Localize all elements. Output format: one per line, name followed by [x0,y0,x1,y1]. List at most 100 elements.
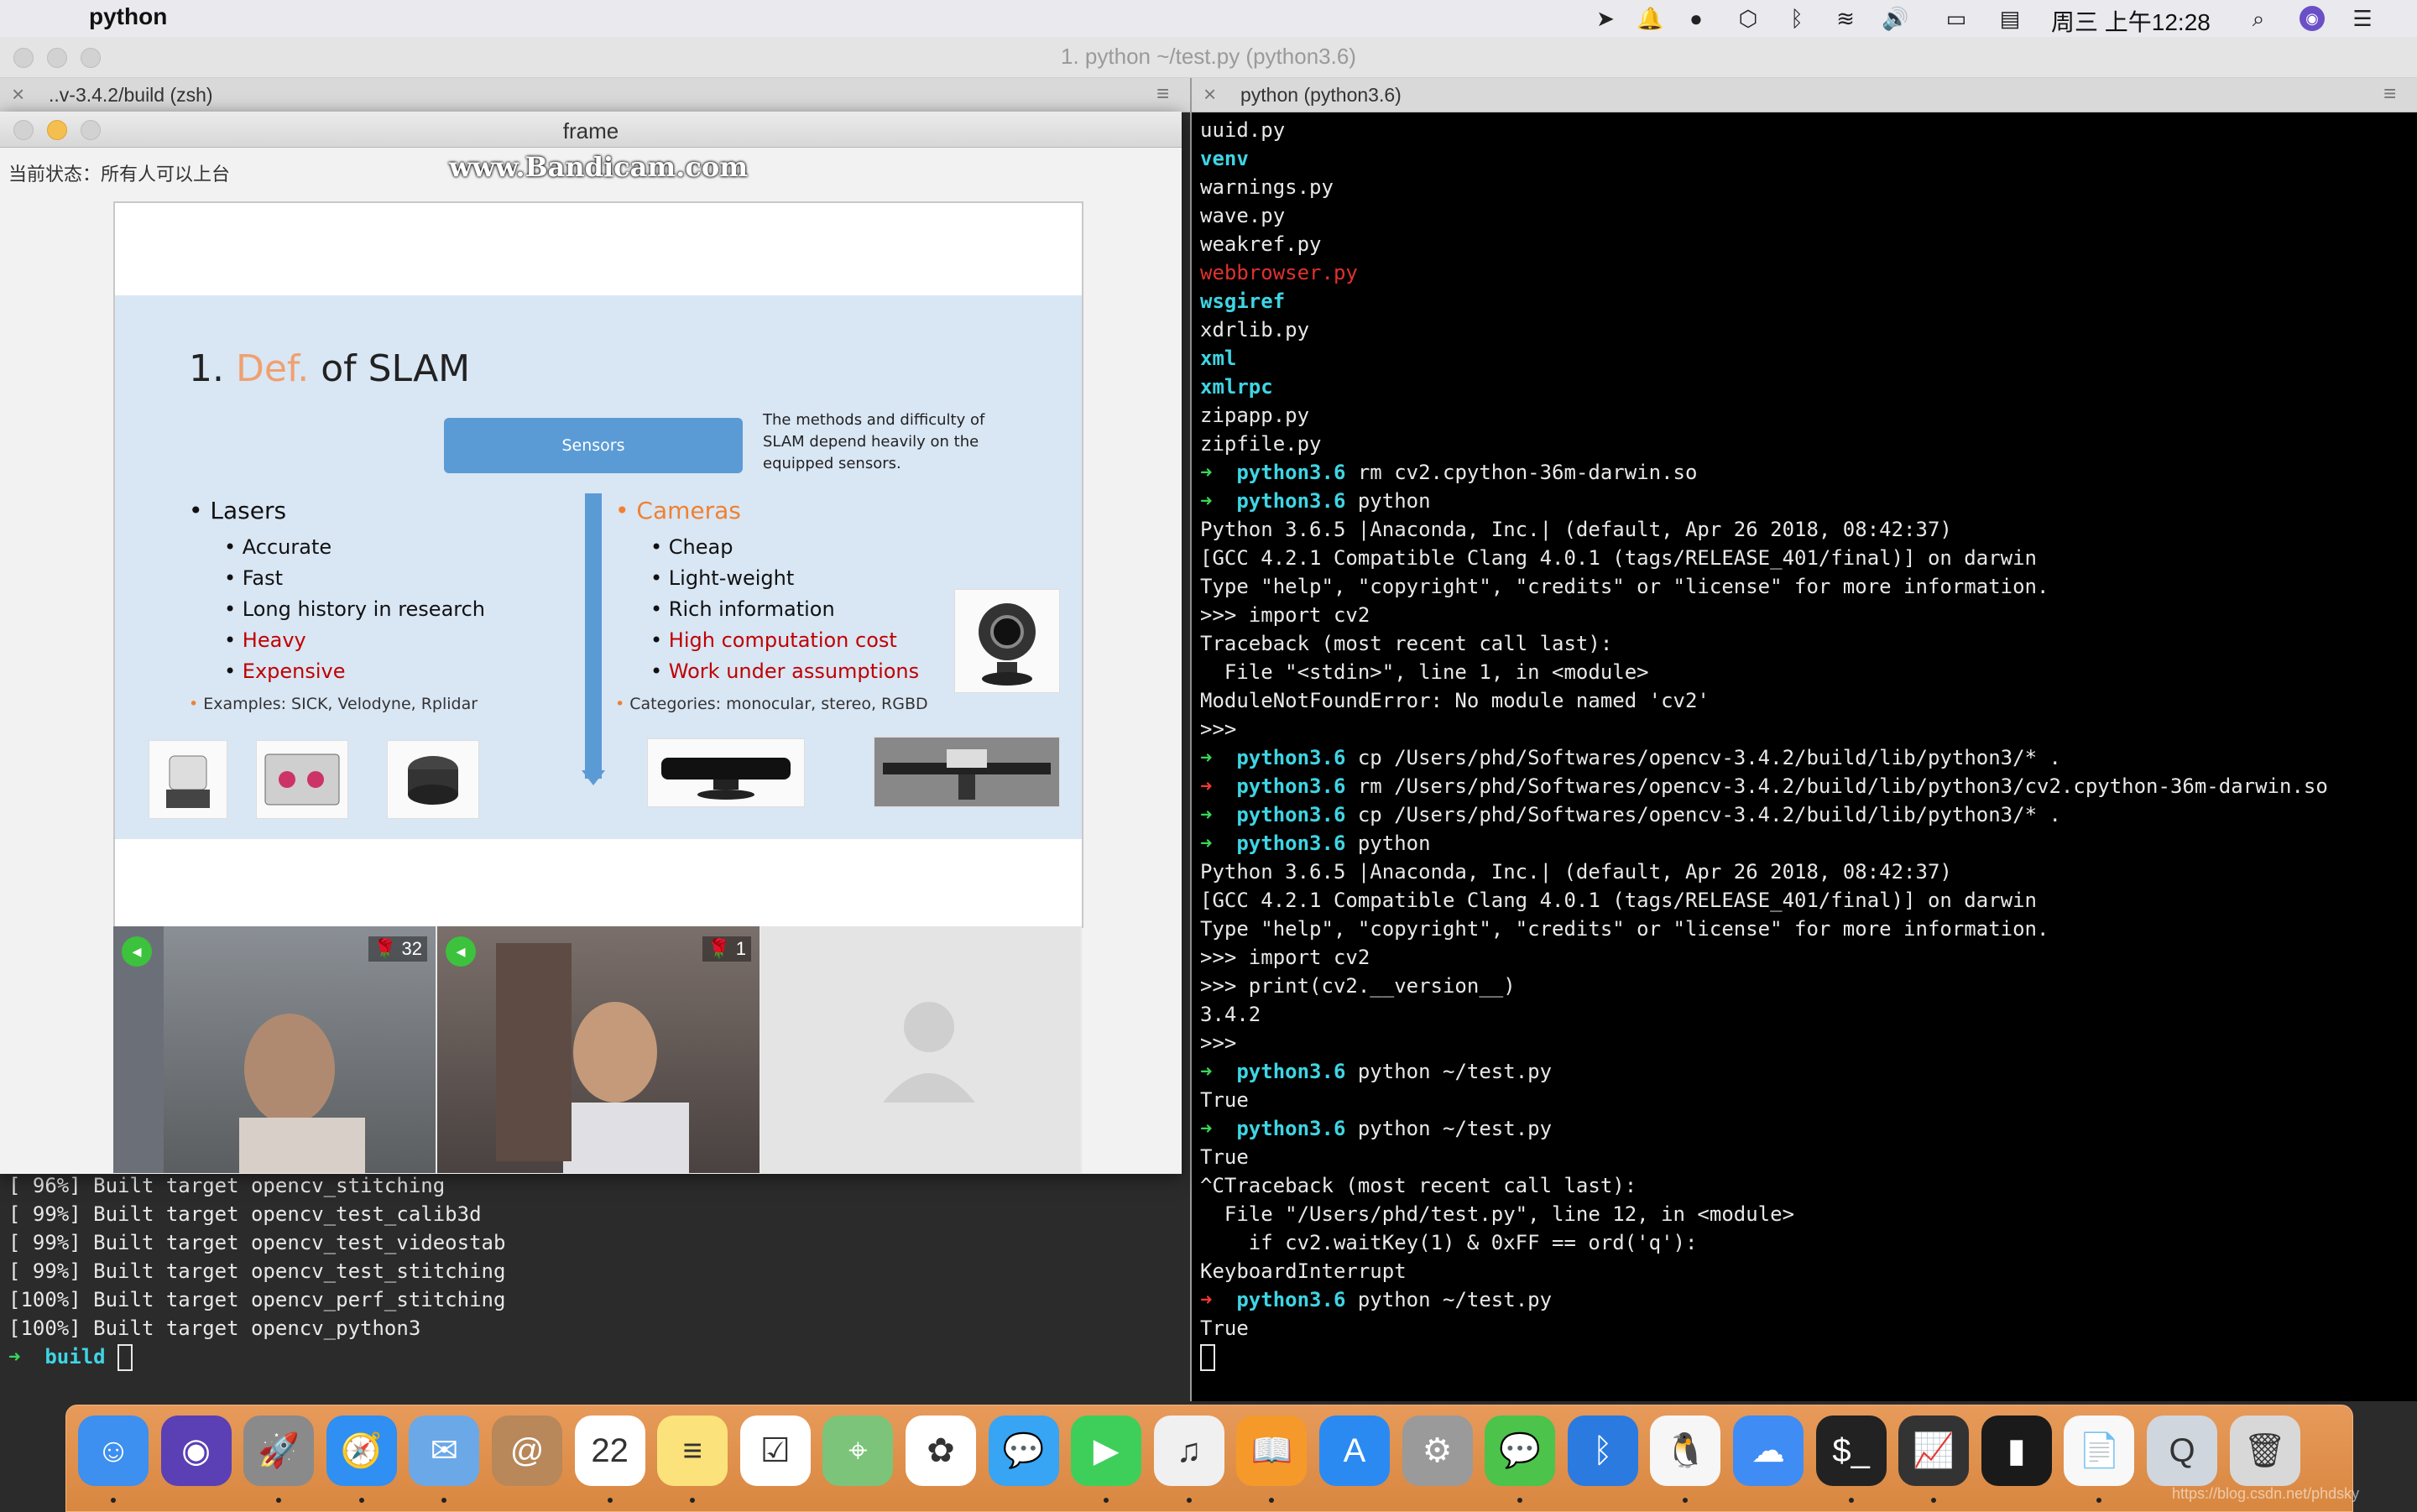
terminal-line: wsgiref [1200,289,1286,313]
qq-icon[interactable]: 🐧 [1650,1416,1721,1486]
terminal-line: >>> import cv2 [1200,946,1370,969]
prompt-dir: python3.6 [1236,746,1346,769]
photos-icon[interactable]: ✿ [906,1416,976,1486]
video-tile-1[interactable]: ◂ 🌹 32 [113,926,436,1173]
kinect-image [647,738,805,807]
finder-icon[interactable]: ☺ [78,1416,149,1486]
activity-monitor-icon[interactable]: 📈 [1898,1416,1970,1486]
terminal-icon[interactable]: $_ [1815,1416,1887,1486]
left-pane-title: ..v-3.4.2/build (zsh) [49,84,213,106]
bluetooth-icon[interactable]: ᛒ [1567,1416,1638,1486]
left-pane-tab[interactable]: × ..v-3.4.2/build (zsh) ≡ [0,78,1190,112]
slide-bullet-text: Work under assumptions [668,660,920,683]
cameras-categories: • Categories: monocular, stereo, RGBD [615,695,928,713]
terminal-line: warnings.py [1200,175,1334,199]
sensors-box: Sensors [444,418,743,473]
velodyne-image [256,740,348,819]
prompt-dir: python3.6 [1236,1117,1346,1140]
text-cursor [117,1344,133,1371]
wechat-icon[interactable]: ● [1684,6,1709,31]
mail-icon[interactable]: ✉ [409,1416,480,1486]
bluetooth-icon[interactable]: ᛒ [1784,6,1809,31]
paper-plane-icon[interactable]: ➤ [1593,6,1618,31]
prompt-dir: python3.6 [1236,774,1346,798]
quicktime-icon[interactable]: Q [2147,1416,2217,1486]
terminal-line: ➜ python3.6 cp /Users/phd/Softwares/open… [1200,743,2328,772]
siri-icon[interactable]: ◉ [160,1416,232,1486]
messages-icon[interactable]: 💬 [988,1416,1059,1486]
terminal-line: Python 3.6.5 |Anaconda, Inc.| (default, … [1200,518,1952,541]
terminal-line: ModuleNotFoundError: No module named 'cv… [1200,689,1710,712]
command-text: python ~/test.py [1357,1288,1553,1311]
close-pane-icon[interactable]: × [12,81,24,107]
right-terminal[interactable]: uuid.py venv warnings.py wave.py weakref.py w… [1192,112,2417,1401]
pane-menu-icon[interactable]: ≡ [1156,81,1169,107]
cameras-categories-text: Categories: monocular, stereo, RGBD [629,695,928,713]
slide-bullet: • Light-weight [650,566,795,590]
sick-lidar-image [149,740,227,819]
list-icon[interactable]: ☰ [2350,6,2375,31]
frame-title: frame [562,118,619,143]
safari-icon[interactable]: 🧭 [326,1416,397,1486]
cameras-list: • Cheap • Light-weight • Rich information •… [650,532,919,687]
terminal-line: >>> print(cv2.__version__) [1200,974,1516,998]
battery-icon[interactable]: ▭ [1939,6,1974,31]
search-icon[interactable]: ⌕ [2246,6,2271,31]
trash-icon[interactable]: 🗑 [2229,1416,2300,1486]
terminal-line: 3.4.2 [1200,1003,1261,1026]
lasers-examples: • Examples: SICK, Velodyne, Rplidar [189,695,478,713]
prompt-dir: python3.6 [1236,832,1346,855]
frame-title-bar[interactable]: frame [0,112,1182,148]
dock: ☺ ◉ 🚀 🧭 ✉ @22 ≡ ☑ ⌖ ✿ 💬 ▶ ♫ 📖 A ⚙ 💬 ᛒ 🐧 ☁ $_ 📈 ▮ 📄 Q 🗑 [65,1405,2353,1512]
terminal-line: ➜ python3.6 rm cv2.cpython-36m-darwin.so [1200,458,2328,487]
wechat-icon[interactable]: 💬 [1485,1416,1556,1486]
siri-icon[interactable]: ◉ [2300,6,2325,31]
speaker-icon: ◂ [122,936,152,967]
calendar-icon[interactable]: 22 [574,1416,645,1486]
slide-bullet: • Fast [224,566,284,590]
lasers-heading-text: Lasers [210,497,287,524]
command-text: python ~/test.py [1357,1060,1553,1083]
ibooks-icon[interactable]: 📖 [1236,1416,1308,1486]
itunes-icon[interactable]: ♫ [1153,1416,1224,1486]
slide-note: The methods and difficulty of SLAM depen… [763,411,985,472]
running-indicator [1848,1498,1854,1503]
frame-window[interactable]: frame 当前状态：所有人可以上台 www.Bandicam.com 1. D… [0,112,1182,1174]
command-text: python [1357,489,1431,513]
prompt-arrow-icon: ➜ [1200,803,1213,826]
terminal-line: xdrlib.py [1200,318,1310,342]
wifi-icon[interactable]: ≋ [1833,6,1858,31]
prompt-dir: python3.6 [1236,803,1346,826]
slide-bullet-text: High computation cost [668,628,897,652]
close-pane-icon[interactable]: × [1203,81,1216,107]
maps-icon[interactable]: ⌖ [822,1416,894,1486]
menu-clock[interactable]: 周三 上午12:28 [2051,4,2211,38]
box-icon[interactable]: ⬡ [1736,6,1761,31]
system-preferences-icon[interactable]: ⚙ [1402,1416,1473,1486]
pane-menu-icon[interactable]: ≡ [2383,81,2396,107]
video-tile-2[interactable]: ◂ 🌹 1 [437,926,760,1173]
slide-bullet: • Expensive [224,660,346,683]
bell-icon[interactable]: 🔔 [1637,6,1663,31]
contacts-icon[interactable]: @ [492,1416,562,1486]
terminal-line: zipfile.py [1200,432,1322,456]
flag-icon[interactable]: ▤ [1997,6,2023,31]
piano-icon[interactable]: ▮ [1981,1416,2052,1486]
active-app-name[interactable]: python [89,3,167,30]
video-tile-empty[interactable] [761,926,1080,1173]
launchpad-icon[interactable]: 🚀 [243,1416,315,1486]
rose-count-badge: 🌹 32 [368,936,427,962]
terminal-line: uuid.py [1200,118,1286,142]
right-pane-tab[interactable]: × python (python3.6) ≡ [1192,78,2417,112]
reminders-icon[interactable]: ☑ [739,1416,811,1486]
app-store-icon[interactable]: A [1319,1416,1390,1486]
facetime-icon[interactable]: ▶ [1071,1416,1142,1486]
right-pane-title: python (python3.6) [1240,84,1402,106]
baidu-netdisk-icon[interactable]: ☁ [1733,1416,1804,1486]
volume-icon[interactable]: 🔊 [1882,6,1908,31]
document-icon[interactable]: 📄 [2064,1416,2135,1486]
build-line: [ 99%] Built target opencv_test_stitchin… [8,1259,506,1283]
terminal-line: True [1200,1088,1249,1112]
command-text: python ~/test.py [1357,1117,1553,1140]
notes-icon[interactable]: ≡ [657,1416,728,1486]
